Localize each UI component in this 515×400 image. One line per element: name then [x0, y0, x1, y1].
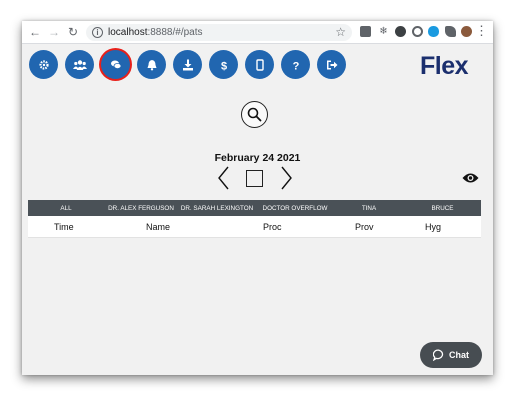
calendar-picker-button[interactable]: [246, 170, 263, 187]
svg-text:$: $: [220, 60, 226, 71]
download-button[interactable]: [173, 50, 202, 79]
question-icon: ?: [292, 60, 299, 71]
bookmark-star-icon[interactable]: ☆: [335, 25, 346, 39]
gear-icon: [38, 59, 49, 70]
column-header-name: Name: [146, 222, 171, 232]
provider-columns-bar: ALL DR. ALEX FERGUSON DR. SARAH LEXINGTO…: [28, 200, 481, 216]
chat-button[interactable]: Chat: [420, 342, 482, 368]
help-button[interactable]: ?: [281, 50, 310, 79]
column-header-hyg: Hyg: [425, 222, 442, 232]
column-header-time: Time: [54, 222, 74, 232]
provider-tab-sarah-lexington[interactable]: DR. SARAH LEXINGTON: [178, 205, 256, 212]
provider-tab-all[interactable]: ALL: [28, 205, 104, 212]
schedule-date: February 24 2021: [214, 152, 301, 164]
dollar-icon: $: [220, 60, 226, 71]
previous-day-button[interactable]: [217, 165, 231, 196]
messages-button[interactable]: [101, 50, 130, 79]
download-icon: [182, 59, 193, 70]
billing-button[interactable]: $: [209, 50, 238, 79]
settings-button[interactable]: [29, 50, 58, 79]
profile-avatar[interactable]: [461, 26, 472, 37]
browser-menu-icon[interactable]: ⋮: [475, 24, 488, 38]
app-window: ← → ↻ i localhost:8888/#/pats ☆ ❄ ⋮ $ ? …: [22, 21, 493, 375]
patients-button[interactable]: [65, 50, 94, 79]
chevron-right-icon: [281, 166, 292, 190]
provider-tab-tina[interactable]: TINA: [334, 205, 404, 212]
tablet-icon: [255, 58, 264, 71]
users-icon: [72, 59, 87, 70]
flex-logo: Flex: [420, 52, 469, 81]
column-header-proc: Proc: [263, 222, 282, 232]
info-icon[interactable]: i: [92, 27, 103, 38]
search-icon: [247, 107, 262, 122]
bell-icon: [147, 59, 156, 70]
browser-toolbar: ← → ↻ i localhost:8888/#/pats ☆ ❄ ⋮: [22, 21, 493, 44]
provider-tab-bruce[interactable]: BRUCE: [404, 205, 481, 212]
schedule-header-row: Time Name Proc Prov Hyg: [28, 216, 481, 238]
visibility-toggle[interactable]: [462, 171, 479, 189]
reload-icon[interactable]: ↻: [66, 25, 80, 39]
cloud-extension-icon[interactable]: [428, 26, 439, 37]
circle-extension-icon[interactable]: [395, 26, 406, 37]
column-header-prov: Prov: [355, 222, 374, 232]
puzzle-extensions-icon[interactable]: [445, 26, 456, 37]
address-bar[interactable]: i localhost:8888/#/pats ☆: [86, 24, 352, 41]
tablet-button[interactable]: [245, 50, 274, 79]
extension-icon[interactable]: [360, 26, 371, 37]
chat-label: Chat: [449, 350, 469, 360]
next-day-button[interactable]: [279, 165, 293, 196]
chat-bubble-icon: [433, 349, 444, 361]
ring-extension-icon[interactable]: [412, 26, 423, 37]
snowflake-extension-icon[interactable]: ❄: [378, 26, 389, 37]
eye-icon: [462, 173, 479, 183]
sign-out-icon: [326, 60, 337, 69]
svg-text:?: ?: [292, 60, 299, 71]
logout-button[interactable]: [317, 50, 346, 79]
app-toolbar: $ ? Flex: [22, 45, 493, 85]
chat-bubbles-icon: [110, 60, 121, 69]
chevron-left-icon: [218, 166, 229, 190]
search-button[interactable]: [241, 101, 268, 128]
back-icon[interactable]: ←: [28, 25, 42, 39]
logo-text: Flex: [420, 52, 469, 80]
forward-icon[interactable]: →: [47, 25, 61, 39]
notifications-button[interactable]: [137, 50, 166, 79]
provider-tab-alex-ferguson[interactable]: DR. ALEX FERGUSON: [104, 205, 178, 212]
provider-tab-doctor-overflow[interactable]: DOCTOR OVERFLOW: [256, 205, 334, 212]
url-text: localhost:8888/#/pats: [108, 27, 203, 38]
